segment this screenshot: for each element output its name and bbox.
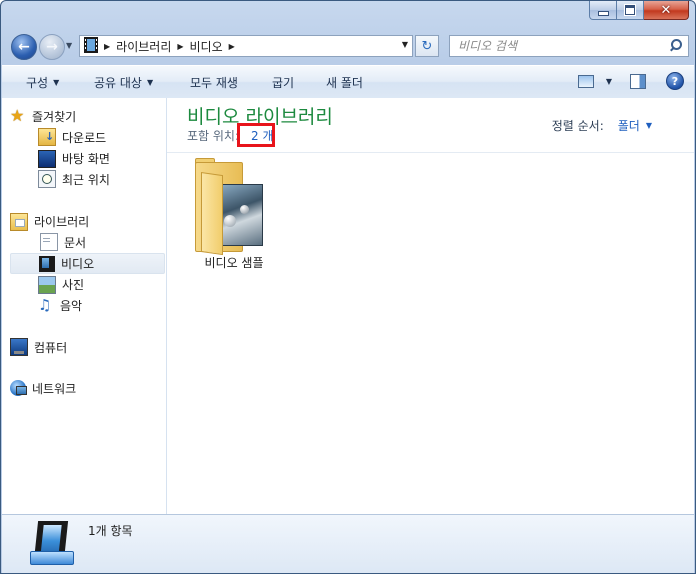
recent-places-icon [38, 170, 56, 188]
nav-computer[interactable]: 컴퓨터 [10, 337, 164, 357]
pictures-icon [38, 275, 56, 294]
navigation-pane: ★ 즐겨찾기 다운로드 바탕 화면 최근 위치 라이브러리 문서 [2, 98, 167, 514]
nav-libraries[interactable]: 라이브러리 [10, 211, 164, 231]
toolbar-right-icons: ▼ ? [577, 72, 684, 90]
share-label: 공유 대상 [94, 76, 142, 90]
chevron-down-icon: ▼ [146, 78, 154, 87]
breadcrumb-libraries[interactable]: 라이브러리 [116, 38, 171, 55]
video-library-icon [84, 36, 98, 56]
arrange-by-dropdown[interactable]: 폴더 [618, 117, 640, 134]
explorer-window: ✕ ← → ▼ ▶ 라이브러리 ▶ 비디오 ▶ ▼ ↻ 구성 ▼ 공유 [0, 0, 696, 574]
main-area: ★ 즐겨찾기 다운로드 바탕 화면 최근 위치 라이브러리 문서 [2, 98, 694, 514]
address-row: ← → ▼ ▶ 라이브러리 ▶ 비디오 ▶ ▼ ↻ [9, 31, 689, 61]
address-bar[interactable]: ▶ 라이브러리 ▶ 비디오 ▶ ▼ [79, 35, 413, 57]
star-icon: ★ [10, 106, 25, 125]
back-button[interactable]: ← [11, 34, 37, 60]
nav-item-label: 바탕 화면 [62, 151, 110, 166]
nav-network[interactable]: 네트워크 [10, 378, 164, 398]
video-library-icon [30, 521, 74, 565]
nav-item-recent-places[interactable]: 최근 위치 [38, 169, 166, 189]
nav-computer-label: 컴퓨터 [34, 340, 68, 355]
search-input[interactable] [456, 38, 668, 54]
address-dropdown-icon[interactable]: ▼ [402, 40, 408, 49]
nav-item-label: 사진 [62, 277, 85, 292]
music-note-icon: ♫ [38, 296, 52, 314]
breadcrumb-chevron-icon[interactable]: ▶ [104, 42, 110, 51]
nav-item-label: 음악 [60, 298, 83, 313]
organize-button[interactable]: 구성 ▼ [26, 74, 59, 91]
nav-item-label: 문서 [64, 235, 87, 250]
close-button[interactable]: ✕ [644, 1, 689, 20]
refresh-button[interactable]: ↻ [415, 35, 439, 57]
nav-item-videos[interactable]: 비디오 [10, 253, 165, 274]
arrange-label: 정렬 순서: [551, 119, 604, 133]
help-icon[interactable]: ? [666, 72, 684, 90]
breadcrumb-chevron-icon[interactable]: ▶ [229, 42, 235, 51]
burn-button[interactable]: 굽기 [272, 74, 294, 91]
search-icon[interactable] [668, 38, 684, 54]
nav-item-documents[interactable]: 문서 [38, 232, 166, 252]
documents-icon [40, 233, 58, 251]
nav-item-desktop[interactable]: 바탕 화면 [38, 148, 166, 168]
computer-icon [10, 338, 28, 356]
highlight-box [237, 123, 275, 147]
burn-label: 굽기 [272, 76, 295, 90]
command-bar: 구성 ▼ 공유 대상 ▼ 모두 재생 굽기 새 폴더 ▼ ? [2, 65, 694, 99]
content-pane: 비디오 라이브러리 포함 위치: 2 개 정렬 순서: 폴더 ▼ 비디오 샘플 [167, 98, 694, 514]
new-folder-button[interactable]: 새 폴더 [326, 74, 363, 91]
network-icon [10, 380, 27, 396]
includes-label: 포함 위치: [187, 129, 240, 143]
play-all-button[interactable]: 모두 재생 [190, 74, 238, 91]
minimize-icon [597, 10, 609, 16]
item-count: 1개 항목 [88, 524, 133, 538]
library-header: 비디오 라이브러리 포함 위치: 2 개 정렬 순서: 폴더 ▼ [167, 98, 694, 153]
nav-item-label: 다운로드 [62, 130, 107, 145]
nav-network-label: 네트워크 [32, 381, 77, 396]
search-box [449, 35, 689, 57]
view-options-dropdown-icon[interactable]: ▼ [606, 77, 612, 86]
forward-button[interactable]: → [39, 34, 65, 60]
nav-favorites[interactable]: ★ 즐겨찾기 [10, 106, 164, 126]
recent-pages-dropdown[interactable]: ▼ [66, 41, 72, 50]
downloads-folder-icon [38, 128, 56, 146]
close-icon: ✕ [660, 2, 672, 18]
maximize-icon [624, 4, 636, 16]
nav-item-downloads[interactable]: 다운로드 [38, 127, 166, 147]
preview-pane-icon[interactable] [630, 73, 646, 89]
details-pane: 1개 항목 [2, 514, 694, 573]
chevron-down-icon: ▼ [53, 78, 60, 87]
nav-libraries-label: 라이브러리 [34, 214, 90, 229]
nav-item-pictures[interactable]: 사진 [38, 274, 166, 294]
nav-item-label: 최근 위치 [62, 172, 110, 187]
arrange-by: 정렬 순서: 폴더 ▼ [552, 117, 652, 134]
share-with-button[interactable]: 공유 대상 ▼ [94, 74, 153, 91]
caption-buttons: ✕ [589, 1, 689, 20]
maximize-button[interactable] [617, 1, 644, 20]
breadcrumb-videos[interactable]: 비디오 [190, 38, 223, 55]
play-all-label: 모두 재생 [190, 76, 238, 90]
change-view-icon[interactable] [577, 74, 594, 88]
libraries-icon [10, 213, 28, 231]
folder-with-photo-icon [195, 158, 263, 256]
nav-favorites-label: 즐겨찾기 [32, 109, 77, 124]
breadcrumb-chevron-icon[interactable]: ▶ [177, 42, 183, 51]
nav-item-music[interactable]: ♫ 음악 [38, 295, 166, 315]
chevron-down-icon[interactable]: ▼ [646, 121, 652, 130]
nav-item-label: 비디오 [61, 257, 95, 271]
arrow-left-icon: ← [18, 39, 30, 55]
minimize-button[interactable] [589, 1, 617, 20]
refresh-icon: ↻ [421, 38, 433, 54]
organize-label: 구성 [26, 76, 49, 90]
video-icon [39, 255, 55, 272]
desktop-icon [38, 149, 56, 168]
arrow-right-icon: → [46, 39, 58, 55]
folder-item[interactable]: 비디오 샘플 [191, 158, 277, 276]
new-folder-label: 새 폴더 [326, 76, 363, 90]
folder-item-label: 비디오 샘플 [204, 256, 264, 270]
